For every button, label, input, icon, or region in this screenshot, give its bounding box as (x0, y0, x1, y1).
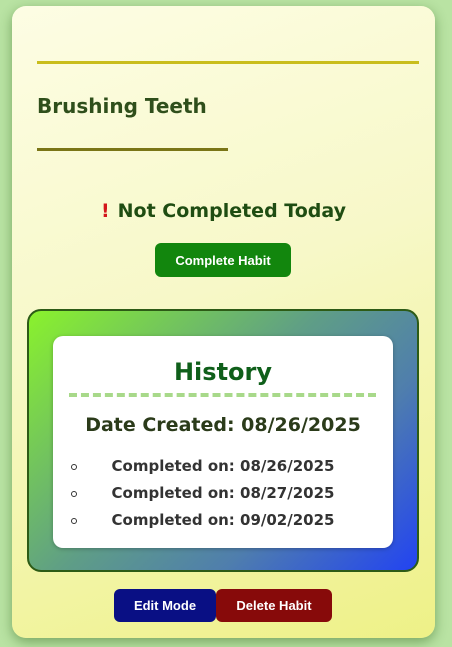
title-underline (37, 148, 228, 151)
edit-mode-button[interactable]: Edit Mode (114, 589, 216, 622)
exclamation-icon: ! (100, 200, 110, 222)
history-card: History Date Created: 08/26/2025 Complet… (53, 336, 393, 548)
list-item: Completed on: 08/26/2025 (53, 453, 393, 480)
habit-card: Brushing Teeth ! Not Completed Today Comp… (12, 6, 435, 638)
history-divider (69, 393, 376, 397)
top-divider (37, 61, 419, 64)
history-panel: History Date Created: 08/26/2025 Complet… (27, 309, 419, 572)
list-item: Completed on: 09/02/2025 (53, 507, 393, 534)
status-text: Not Completed Today (117, 200, 346, 222)
completion-date: Completed on: 08/26/2025 (111, 457, 335, 475)
bullet-icon (71, 491, 77, 497)
completion-list: Completed on: 08/26/2025 Completed on: 0… (53, 453, 393, 534)
bullet-icon (71, 518, 77, 524)
completion-status: ! Not Completed Today (12, 200, 435, 222)
complete-habit-button[interactable]: Complete Habit (155, 243, 291, 277)
delete-habit-button[interactable]: Delete Habit (216, 589, 332, 622)
history-title: History (173, 358, 273, 386)
date-created: Date Created: 08/26/2025 (85, 414, 361, 436)
habit-title: Brushing Teeth (37, 94, 207, 118)
completion-date: Completed on: 08/27/2025 (111, 484, 335, 502)
bullet-icon (71, 464, 77, 470)
list-item: Completed on: 08/27/2025 (53, 480, 393, 507)
completion-date: Completed on: 09/02/2025 (111, 511, 335, 529)
